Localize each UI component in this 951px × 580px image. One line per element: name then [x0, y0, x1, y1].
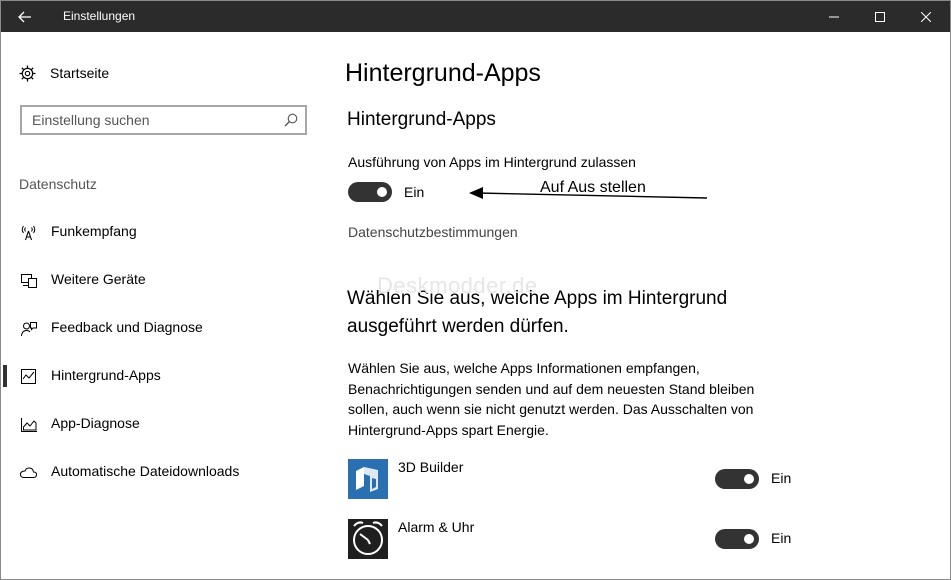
- sidebar-item-dateidownloads[interactable]: Automatische Dateidownloads: [1, 452, 326, 492]
- active-indicator: [3, 365, 7, 387]
- toggle-knob: [744, 534, 754, 544]
- app-name: 3D Builder: [398, 459, 464, 475]
- radio-tower-icon: [20, 224, 37, 241]
- section-title-privacy: Datenschutz: [19, 176, 97, 192]
- search-box[interactable]: [20, 105, 307, 135]
- section-title: Hintergrund-Apps: [347, 109, 496, 130]
- app-toggle-3d-builder[interactable]: [715, 469, 759, 489]
- alarm-clock-icon: [348, 519, 388, 559]
- sidebar-item-label: Funkempfang: [51, 223, 137, 239]
- back-button[interactable]: [1, 1, 49, 32]
- app-row-alarm-uhr: Alarm & Uhr Ein: [347, 519, 807, 561]
- cloud-icon: [20, 464, 37, 481]
- feedback-icon: [20, 320, 37, 337]
- search-input[interactable]: [22, 107, 262, 133]
- sidebar-item-app-diagnose[interactable]: App-Diagnose: [1, 404, 326, 444]
- app-name: Alarm & Uhr: [398, 519, 475, 535]
- devices-icon: [20, 272, 37, 289]
- settings-window: Einstellungen Startseite Da: [0, 0, 951, 580]
- sidebar: Startseite Datenschutz Funkempfang: [1, 32, 326, 579]
- title-bar: Einstellungen: [1, 1, 950, 32]
- sidebar-item-label: Weitere Geräte: [51, 271, 146, 287]
- sidebar-item-hintergrund-apps[interactable]: Hintergrund-Apps: [1, 356, 326, 396]
- page-title: Hintergrund-Apps: [345, 59, 541, 87]
- allow-background-state: Ein: [404, 184, 425, 200]
- toggle-knob: [744, 474, 754, 484]
- watermark: Deskmodder.de: [377, 273, 538, 298]
- sidebar-item-feedback[interactable]: Feedback und Diagnose: [1, 308, 326, 348]
- app-toggle-state: Ein: [771, 530, 792, 546]
- privacy-link[interactable]: Datenschutzbestimmungen: [348, 224, 518, 240]
- sidebar-item-label: Feedback und Diagnose: [51, 319, 203, 335]
- maximize-icon: [875, 11, 885, 22]
- gear-icon: [19, 65, 36, 81]
- sidebar-item-label: Automatische Dateidownloads: [51, 463, 240, 479]
- app-row-3d-builder: 3D Builder Ein: [347, 459, 807, 501]
- window-title: Einstellungen: [63, 9, 136, 23]
- home-label: Startseite: [50, 65, 110, 81]
- sidebar-item-funkempfang[interactable]: Funkempfang: [1, 212, 326, 252]
- home-link[interactable]: Startseite: [19, 63, 109, 83]
- close-button[interactable]: [903, 1, 949, 32]
- allow-background-label: Ausführung von Apps im Hintergrund zulas…: [348, 154, 636, 170]
- background-apps-icon: [20, 368, 37, 385]
- minimize-icon: [829, 16, 839, 17]
- close-icon: [921, 11, 931, 22]
- app-toggle-alarm-uhr[interactable]: [715, 529, 759, 549]
- 3d-builder-icon: [348, 459, 388, 499]
- back-arrow-icon: [18, 11, 31, 22]
- sidebar-item-label: App-Diagnose: [51, 415, 140, 431]
- maximize-button[interactable]: [857, 1, 903, 32]
- sidebar-item-label: Hintergrund-Apps: [51, 367, 161, 383]
- app-toggle-state: Ein: [771, 470, 792, 486]
- main-content: Hintergrund-Apps Hintergrund-Apps Ausfüh…: [345, 32, 937, 579]
- annotation-text: Auf Aus stellen: [540, 179, 646, 196]
- sidebar-item-weitere-geraete[interactable]: Weitere Geräte: [1, 260, 326, 300]
- search-icon: [284, 113, 298, 127]
- allow-background-toggle[interactable]: [348, 182, 392, 202]
- minimize-button[interactable]: [811, 1, 857, 32]
- app-diagnostics-icon: [20, 416, 37, 433]
- choose-apps-description: Wählen Sie aus, welche Apps Informatione…: [348, 360, 755, 438]
- toggle-knob: [377, 187, 387, 197]
